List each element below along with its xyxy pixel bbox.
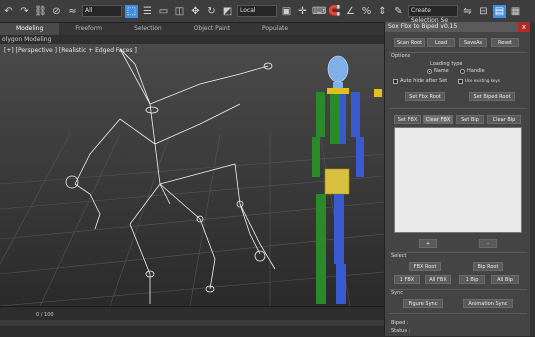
figure-sync-button[interactable]: Figure Sync	[403, 299, 443, 308]
one-fbx-button[interactable]: 1 FBX	[394, 275, 420, 284]
viewport-scene	[0, 44, 384, 306]
main-toolbar: ↶ ↷ ⛓ ⊘ ≈ All ⬚ ☰ ▭ ◫ ✥ ↻ ◩ Local ▣ ✛ ⌨ …	[0, 0, 535, 24]
viewport-label[interactable]: [+] [Perspective ] [Realistic + Edged Fa…	[4, 47, 137, 54]
rotate-icon[interactable]: ↻	[205, 5, 218, 18]
use-existing-keys-checkbox[interactable]	[458, 79, 463, 84]
tab-object-paint[interactable]: Object Paint	[178, 23, 246, 35]
radio-name[interactable]	[427, 69, 432, 74]
reference-coordinate-select[interactable]: Local	[237, 5, 277, 17]
set-fbx-button[interactable]: Set FBX	[394, 115, 421, 124]
mirror-icon[interactable]: ⇋	[461, 5, 474, 18]
unlink-icon[interactable]: ⊘	[50, 5, 63, 18]
scene-explorer-icon[interactable]: ▦	[509, 5, 522, 18]
radio-handle[interactable]	[460, 69, 465, 74]
scale-icon[interactable]: ◩	[221, 5, 234, 18]
redo-icon[interactable]: ↷	[18, 5, 31, 18]
move-icon[interactable]: ✥	[189, 5, 202, 18]
select-label: Select	[391, 253, 407, 259]
keyboard-shortcut-icon[interactable]: ⌨	[312, 5, 326, 18]
layer-manager-icon[interactable]: ▤	[493, 4, 506, 18]
select-manipulate-icon[interactable]: ✛	[296, 5, 309, 18]
biped-label: Biped :	[391, 320, 409, 326]
tab-populate[interactable]: Populate	[246, 23, 304, 35]
tab-freeform[interactable]: Freeform	[59, 23, 118, 35]
percent-snap-icon[interactable]: %	[360, 5, 373, 18]
select-object-icon[interactable]: ⬚	[125, 4, 138, 18]
tab-selection[interactable]: Selection	[118, 23, 178, 35]
remove-button[interactable]: -	[479, 239, 497, 248]
all-fbx-button[interactable]: All FBX	[425, 275, 451, 284]
sox-fbx-to-biped-panel: Sox Fbx to Biped v0.15 x Scan Root Load …	[384, 22, 530, 336]
sync-label: Sync	[391, 290, 404, 296]
set-biped-root-button[interactable]: Set Biped Root	[469, 92, 515, 101]
status-label: Status :	[391, 328, 411, 334]
set-bip-button[interactable]: Set Bip	[456, 115, 484, 124]
window-crossing-icon[interactable]: ◫	[173, 5, 186, 18]
align-icon[interactable]: ⊟	[477, 5, 490, 18]
animation-sync-button[interactable]: Animation Sync	[463, 299, 513, 308]
panel-title: Sox Fbx to Biped v0.15	[388, 23, 458, 30]
snap-icon[interactable]: 🧲	[328, 5, 341, 18]
use-existing-keys-label: Use existing keys	[465, 78, 500, 83]
add-button[interactable]: +	[419, 239, 437, 248]
bip-root-button[interactable]: Bip Root	[473, 262, 503, 271]
fbx-root-button[interactable]: FBX Root	[409, 262, 441, 271]
selection-filter-select[interactable]: All	[82, 5, 122, 17]
frame-counter: 0 / 100	[36, 312, 54, 318]
clear-bip-button[interactable]: Clear Bip	[487, 115, 521, 124]
panel-scrollbar[interactable]	[530, 22, 535, 336]
save-as-button[interactable]: SaveAs	[459, 38, 487, 47]
clear-fbx-button[interactable]: Clear FBX	[423, 115, 453, 124]
rectangular-selection-icon[interactable]: ▭	[157, 5, 170, 18]
load-button[interactable]: Load	[427, 38, 455, 47]
named-selection-set-select[interactable]: Create Selection Se	[408, 5, 458, 24]
pivot-icon[interactable]: ▣	[280, 5, 293, 18]
set-fbx-root-button[interactable]: Set Fbx Root	[405, 92, 445, 101]
auto-hide-checkbox[interactable]	[393, 79, 398, 84]
reset-button[interactable]: Reset	[491, 38, 519, 47]
ribbon-tabs: Modeling Freeform Selection Object Paint…	[0, 23, 384, 35]
scan-root-button[interactable]: Scan Root	[394, 38, 425, 47]
perspective-viewport[interactable]: [+] [Perspective ] [Realistic + Edged Fa…	[0, 44, 384, 306]
timeline-track[interactable]	[0, 320, 384, 326]
tab-modeling[interactable]: Modeling	[0, 23, 60, 35]
undo-icon[interactable]: ↶	[2, 5, 15, 18]
edit-named-selection-icon[interactable]: ✎	[392, 5, 405, 18]
link-icon[interactable]: ⛓	[34, 5, 47, 18]
spinner-snap-icon[interactable]: ⇕	[376, 5, 389, 18]
loading-type-label: Loading type	[430, 61, 463, 67]
angle-snap-icon[interactable]: ∠	[344, 5, 357, 18]
all-bip-button[interactable]: All Bip	[491, 275, 519, 284]
ribbon-subtitle: olygon Modeling	[0, 35, 386, 44]
auto-hide-label: Auto hide after Set	[400, 78, 448, 84]
options-label: Options	[391, 53, 411, 59]
radio-handle-label: Handle	[467, 68, 485, 74]
one-bip-button[interactable]: 1 Bip	[459, 275, 485, 284]
bind-spacewarp-icon[interactable]: ≈	[66, 5, 79, 18]
mapping-list-box[interactable]	[394, 127, 522, 233]
timeline: 0 / 100	[0, 306, 384, 337]
panel-title-bar[interactable]: Sox Fbx to Biped v0.15 x	[385, 22, 530, 32]
radio-name-label: Name	[434, 68, 449, 74]
close-icon[interactable]: x	[518, 22, 530, 32]
select-by-name-icon[interactable]: ☰	[141, 5, 154, 18]
